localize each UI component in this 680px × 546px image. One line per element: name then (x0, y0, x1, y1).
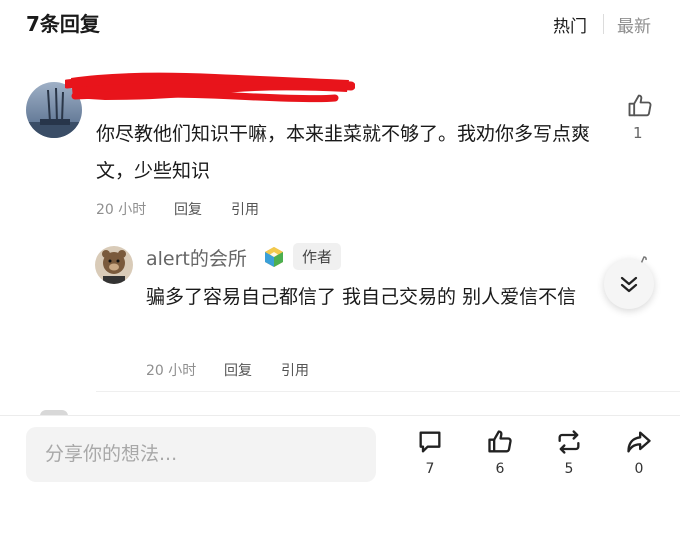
quote-button[interactable]: 引用 (281, 360, 309, 380)
comment-text: 骗多了容易自己都信了 我自己交易的 别人爱信不信 (146, 286, 577, 308)
comment-time: 20 小时 (146, 363, 197, 379)
like-count: 1 (633, 124, 643, 142)
footer-divider (0, 415, 680, 416)
thumb-up-icon[interactable] (626, 92, 654, 124)
sort-hot-tab[interactable]: 热门 (553, 12, 587, 37)
share-button[interactable]: 0 (617, 428, 661, 477)
cube-icon (263, 246, 285, 272)
comment-icon (419, 431, 441, 453)
comment-button[interactable]: 7 (408, 428, 452, 477)
scroll-down-button[interactable] (604, 259, 654, 309)
double-chevron-down-icon (620, 276, 638, 293)
repost-count: 5 (564, 461, 574, 477)
share-count: 0 (634, 461, 644, 477)
like-button[interactable]: 6 (478, 428, 522, 477)
comment-text: 你尽教他们知识干嘛，本来韭菜就不够了。我劝你多写点爽文，少些知识 (96, 123, 591, 182)
sort-newest-tab[interactable]: 最新 (617, 12, 651, 37)
comment-input[interactable]: 分享你的想法... (26, 427, 376, 482)
comment-count: 7 (425, 461, 435, 477)
repost-icon (558, 430, 580, 454)
reply-button[interactable]: 回复 (224, 360, 252, 380)
repost-button[interactable]: 5 (547, 428, 591, 477)
quote-button[interactable]: 引用 (231, 199, 259, 219)
like-count: 6 (495, 461, 505, 477)
author-badge: 作者 (293, 243, 342, 270)
reply-button[interactable]: 回复 (174, 199, 202, 219)
replies-title: 7条回复 (26, 12, 100, 36)
sort-divider (603, 14, 604, 34)
redacted-username (62, 68, 356, 112)
thumb-up-icon (488, 430, 512, 453)
avatar[interactable] (95, 246, 133, 284)
divider (96, 391, 680, 392)
author-username[interactable]: alert的会所 (146, 244, 247, 271)
share-icon (627, 431, 651, 453)
comment-time: 20 小时 (96, 202, 147, 218)
